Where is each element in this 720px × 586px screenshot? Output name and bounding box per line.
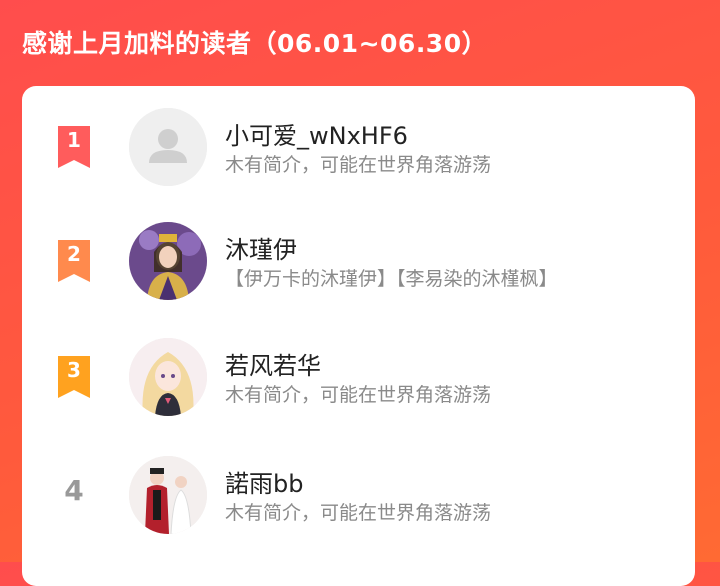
reader-bio: 木有简介，可能在世界角落游荡 xyxy=(225,384,492,406)
rank-badge: 3 xyxy=(55,356,93,398)
illustrated-queen-icon xyxy=(129,222,207,300)
reader-name: 諾雨bb xyxy=(225,470,304,498)
reader-row[interactable]: 2 沐瑾伊 【伊万卡的沐瑾伊】【李易染的沐槿枫】 xyxy=(22,202,695,318)
page-title: 感谢上月加料的读者（06.01~06.30） xyxy=(22,29,488,58)
reader-name: 沐瑾伊 xyxy=(225,236,297,264)
reader-row[interactable]: 3 若风若华 木有简介，可能在世界角落游荡 xyxy=(22,318,695,434)
rank-badge: 2 xyxy=(55,240,93,282)
reader-row[interactable]: 4 諾雨bb 木有简介，可能在世界角落游荡 xyxy=(22,434,695,550)
avatar[interactable] xyxy=(129,456,207,534)
avatar[interactable] xyxy=(129,338,207,416)
illustrated-couple-icon xyxy=(129,456,207,534)
illustrated-girl-icon xyxy=(129,338,207,416)
avatar[interactable] xyxy=(129,108,207,186)
reader-list-card: 1 小可爱_wNxHF6 木有简介，可能在世界角落游荡 2 沐瑾伊 【伊万卡的沐… xyxy=(22,86,695,586)
reader-name: 小可爱_wNxHF6 xyxy=(225,122,408,150)
rank-badge: 1 xyxy=(55,126,93,168)
rank-number: 2 xyxy=(67,242,81,266)
reader-bio: 木有简介，可能在世界角落游荡 xyxy=(225,502,492,524)
avatar[interactable] xyxy=(129,222,207,300)
rank-number: 1 xyxy=(67,128,81,152)
reader-row[interactable]: 1 小可爱_wNxHF6 木有简介，可能在世界角落游荡 xyxy=(22,86,695,202)
default-user-icon xyxy=(129,108,207,186)
reader-name: 若风若华 xyxy=(225,352,321,380)
reader-bio: 木有简介，可能在世界角落游荡 xyxy=(225,154,492,176)
reader-bio: 【伊万卡的沐瑾伊】【李易染的沐槿枫】 xyxy=(225,268,558,290)
rank-number: 4 xyxy=(64,474,84,507)
rank-number: 3 xyxy=(67,358,81,382)
